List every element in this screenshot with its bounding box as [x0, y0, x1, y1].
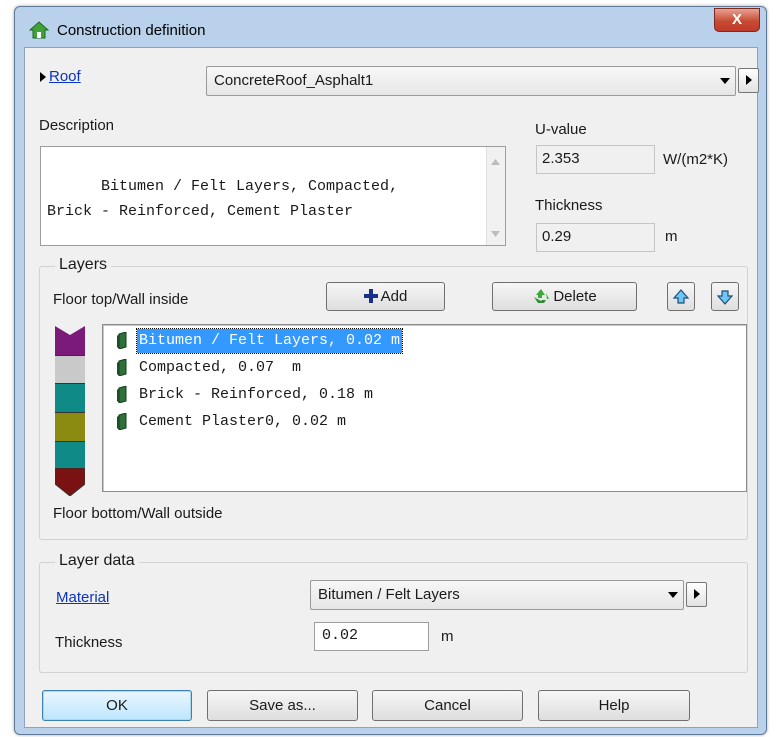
- move-layer-up-button[interactable]: [667, 282, 695, 311]
- thickness-total-text: 0.29: [542, 228, 572, 245]
- play-arrow-icon: [694, 589, 700, 599]
- layer-color-stack: [43, 326, 99, 506]
- play-arrow-icon: [746, 75, 752, 85]
- save-as-button[interactable]: Save as...: [207, 690, 358, 721]
- layer-list-item-label: Brick - Reinforced, 0.18 m: [139, 386, 374, 403]
- swatch-fill-4: [55, 413, 85, 442]
- add-layer-label: Add: [380, 288, 408, 305]
- move-layer-down-button[interactable]: [711, 282, 739, 311]
- material-link[interactable]: Material: [56, 589, 109, 606]
- close-button[interactable]: X: [714, 8, 760, 32]
- layer-thickness-label: Thickness: [55, 634, 123, 651]
- layer-icon: [117, 413, 127, 430]
- construction-goto-button[interactable]: [738, 68, 759, 93]
- u-value-text: 2.353: [542, 150, 580, 167]
- swatch-top: [55, 326, 85, 355]
- chevron-down-icon: [668, 592, 678, 598]
- layer-icon: [117, 386, 127, 403]
- layer-icon: [117, 332, 127, 349]
- swatch-layer-2: [55, 355, 85, 384]
- help-label: Help: [598, 697, 630, 714]
- layer-thickness-input[interactable]: 0.02: [314, 622, 429, 651]
- swatch-fill-5: [55, 442, 85, 469]
- layer-thickness-unit: m: [441, 628, 454, 645]
- window-title: Construction definition: [57, 22, 206, 39]
- thickness-total-label: Thickness: [535, 197, 603, 214]
- save-as-label: Save as...: [249, 697, 316, 714]
- u-value-unit: W/(m2*K): [663, 151, 728, 168]
- construction-select[interactable]: ConcreteRoof_Asphalt1: [206, 66, 736, 96]
- roof-link[interactable]: Roof: [49, 68, 81, 85]
- chevron-down-icon: [720, 78, 730, 84]
- swatch-layer-4: [55, 412, 85, 442]
- dialog-window: Construction definition X Roof ConcreteR…: [14, 6, 767, 735]
- thickness-total-field: 0.29: [536, 223, 655, 252]
- description-label: Description: [39, 117, 115, 134]
- swatch-layer-3: [55, 383, 85, 413]
- layer-thickness-value: 0.02: [322, 627, 359, 644]
- construction-select-value: ConcreteRoof_Asphalt1: [214, 72, 374, 89]
- add-layer-button[interactable]: Add: [326, 282, 445, 311]
- delete-layer-label: Delete: [553, 288, 597, 305]
- delete-layer-button[interactable]: Delete: [492, 282, 637, 311]
- layer-list-item-label: Cement Plaster0, 0.02 m: [139, 413, 347, 430]
- cancel-button[interactable]: Cancel: [372, 690, 523, 721]
- swatch-layer-5: [55, 441, 85, 469]
- material-select-value: Bitumen / Felt Layers: [318, 586, 460, 603]
- scroll-down-icon: [491, 231, 500, 237]
- floor-top-label: Floor top/Wall inside: [53, 291, 189, 308]
- arrow-down-icon: [716, 290, 734, 305]
- expand-arrow-icon: [40, 72, 46, 82]
- layer-icon: [117, 359, 127, 376]
- description-textarea[interactable]: Bitumen / Felt Layers, Compacted, Brick …: [40, 146, 506, 246]
- material-select[interactable]: Bitumen / Felt Layers: [310, 580, 684, 610]
- material-goto-button[interactable]: [686, 582, 707, 607]
- house-icon: [29, 21, 49, 39]
- plus-icon: [363, 289, 378, 303]
- help-button[interactable]: Help: [538, 690, 690, 721]
- arrow-up-icon: [672, 289, 690, 304]
- title-bar[interactable]: Construction definition X: [15, 7, 766, 47]
- recycle-icon: [534, 289, 550, 303]
- layers-group-title: Layers: [55, 256, 112, 274]
- swatch-fill-3: [55, 384, 85, 413]
- description-text: Bitumen / Felt Layers, Compacted, Brick …: [47, 178, 399, 220]
- close-icon: X: [731, 11, 742, 28]
- layer-list-item-label: Bitumen / Felt Layers, 0.02 m: [135, 328, 404, 354]
- dialog-body: Roof ConcreteRoof_Asphalt1 Description B…: [24, 47, 759, 728]
- layer-data-group: [39, 562, 748, 673]
- description-scrollbar[interactable]: [486, 147, 505, 245]
- swatch-fill-2: [55, 356, 85, 384]
- floor-bottom-label: Floor bottom/Wall outside: [53, 505, 223, 522]
- layer-list-item-label: Compacted, 0.07 m: [139, 359, 302, 376]
- scroll-up-icon: [491, 159, 500, 165]
- layers-listbox[interactable]: Bitumen / Felt Layers, 0.02 m Compacted, …: [102, 324, 747, 492]
- u-value-label: U-value: [535, 121, 587, 138]
- ok-button[interactable]: OK: [42, 690, 192, 721]
- swatch-bottom: [55, 468, 85, 496]
- layer-data-group-title: Layer data: [55, 552, 139, 570]
- thickness-total-unit: m: [665, 228, 678, 245]
- u-value-field: 2.353: [536, 145, 655, 174]
- cancel-label: Cancel: [424, 697, 471, 714]
- ok-label: OK: [106, 697, 128, 714]
